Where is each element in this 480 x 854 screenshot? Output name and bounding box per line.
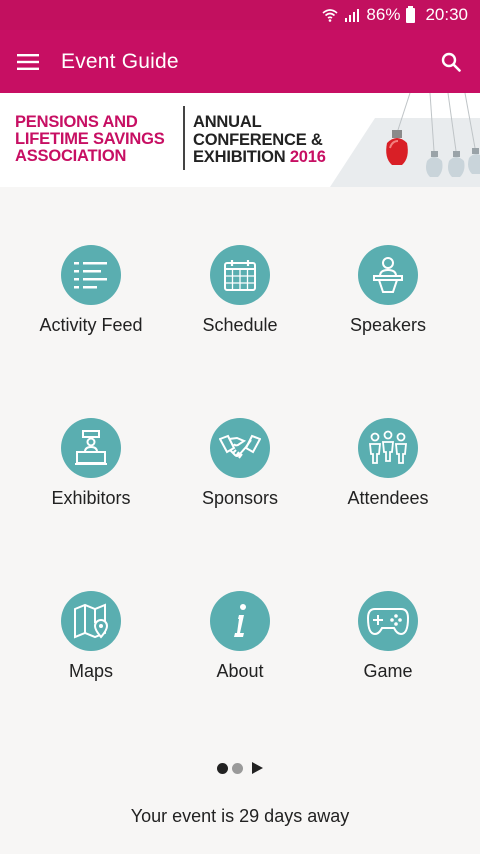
tile-speakers[interactable]: Speakers xyxy=(308,245,468,365)
conf-line: ANNUAL xyxy=(193,113,262,131)
event-countdown: Your event is 29 days away xyxy=(130,806,350,826)
schedule-icon-circle xyxy=(210,245,270,305)
app-bar: Event Guide xyxy=(0,30,480,93)
battery-icon xyxy=(406,5,416,23)
org-line: ASSOCIATION xyxy=(15,147,127,165)
gamepad-icon xyxy=(367,608,409,636)
org-line: LIFETIME SAVINGS xyxy=(15,130,165,148)
light-bulbs-illustration xyxy=(330,93,480,187)
exhibitors-icon-circle xyxy=(61,418,121,478)
wifi-icon xyxy=(322,8,338,22)
page-dot-active[interactable] xyxy=(217,762,228,774)
tile-game[interactable]: Game xyxy=(308,591,468,711)
status-bar: 86% 20:30 xyxy=(0,0,480,30)
attendees-icon-circle xyxy=(358,418,418,478)
tile-label: Game xyxy=(363,661,413,681)
page-dot-inactive[interactable] xyxy=(232,762,243,774)
tile-label: Schedule xyxy=(202,315,278,335)
sponsors-icon-circle xyxy=(210,418,270,478)
handshake-icon xyxy=(219,434,261,459)
banner-divider xyxy=(183,106,185,170)
menu-button[interactable] xyxy=(0,30,56,93)
conf-line-text: EXHIBITION xyxy=(193,148,286,166)
page-indicator xyxy=(0,760,480,776)
tile-label: Exhibitors xyxy=(51,488,131,508)
battery-percent: 86% xyxy=(366,5,401,24)
tile-exhibitors[interactable]: Exhibitors xyxy=(11,418,171,538)
tile-attendees[interactable]: Attendees xyxy=(308,418,468,538)
tile-label: Attendees xyxy=(347,488,429,508)
search-icon xyxy=(441,52,461,72)
hamburger-menu-icon xyxy=(17,53,39,70)
organisation-name: PENSIONS AND LIFETIME SAVINGS ASSOCIATIO… xyxy=(15,114,180,165)
conf-line: EXHIBITION 2016 xyxy=(193,148,343,167)
tile-label: Speakers xyxy=(349,315,427,335)
tile-sponsors[interactable]: Sponsors xyxy=(160,418,320,538)
tile-label: Activity Feed xyxy=(39,315,143,335)
conf-line: CONFERENCE & xyxy=(193,130,323,149)
speakers-icon-circle xyxy=(358,245,418,305)
next-page-arrow-icon[interactable] xyxy=(252,762,263,774)
about-icon-circle xyxy=(210,591,270,651)
tile-schedule[interactable]: Schedule xyxy=(160,245,320,365)
event-banner: PENSIONS AND LIFETIME SAVINGS ASSOCIATIO… xyxy=(0,93,480,187)
booth-icon xyxy=(75,430,107,465)
conference-name: ANNUAL CONFERENCE & EXHIBITION 2016 xyxy=(193,113,343,167)
org-line: PENSIONS AND xyxy=(15,113,138,131)
conf-year: 2016 xyxy=(289,148,326,166)
info-icon xyxy=(234,604,246,637)
list-icon xyxy=(74,262,107,289)
group-icon xyxy=(369,430,407,464)
map-icon xyxy=(74,603,109,639)
calendar-icon xyxy=(224,260,256,291)
tile-activity-feed[interactable]: Activity Feed xyxy=(11,245,171,365)
tile-label: Maps xyxy=(68,661,113,681)
tile-maps[interactable]: Maps xyxy=(11,591,171,711)
signal-icon xyxy=(344,8,360,22)
game-icon-circle xyxy=(358,591,418,651)
app-title: Event Guide xyxy=(61,49,179,73)
search-button[interactable] xyxy=(434,45,468,79)
maps-icon-circle xyxy=(61,591,121,651)
speaker-podium-icon xyxy=(373,257,403,293)
tile-label: Sponsors xyxy=(201,488,279,508)
clock-time: 20:30 xyxy=(425,5,468,24)
activity-feed-icon-circle xyxy=(61,245,121,305)
tile-label: About xyxy=(216,661,264,681)
tile-about[interactable]: About xyxy=(160,591,320,711)
